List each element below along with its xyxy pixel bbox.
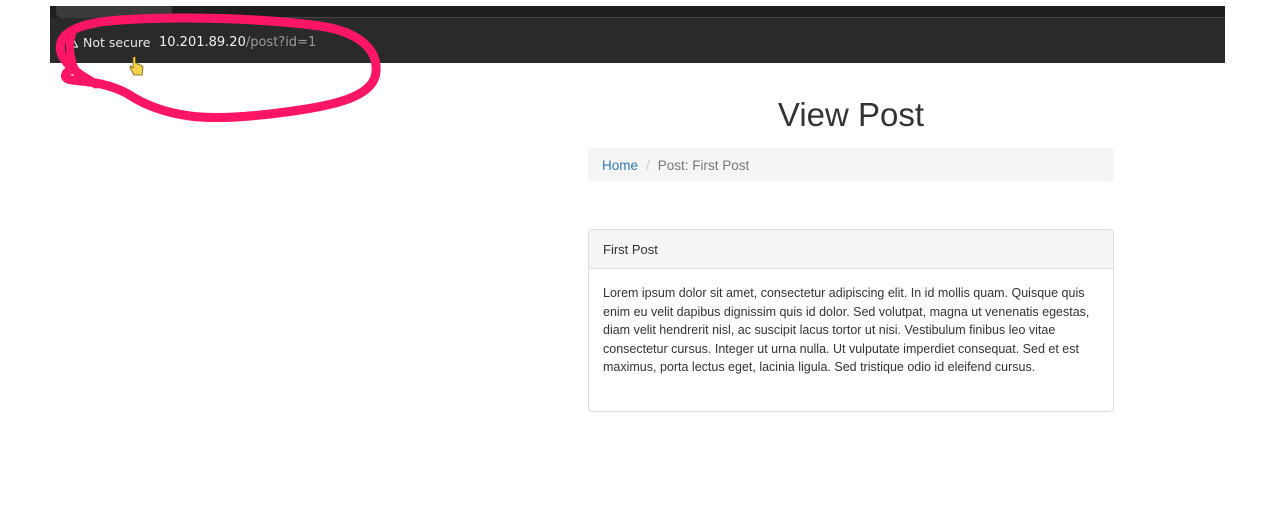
post-heading: First Post — [589, 230, 1113, 269]
post-panel: First Post Lorem ipsum dolor sit amet, c… — [588, 229, 1114, 412]
page-title: View Post — [777, 96, 925, 133]
address-bar[interactable]: 10.201.89.20/post?id=1 — [159, 32, 316, 52]
url-path: /post?id=1 — [245, 34, 317, 50]
browser-toolbar: Not secure 10.201.89.20/post?id=1 — [50, 6, 1225, 63]
breadcrumb-separator: / — [646, 157, 650, 173]
warning-triangle-icon — [66, 36, 78, 48]
breadcrumb: Home / Post: First Post — [588, 148, 1114, 182]
hand-pointer-icon — [129, 56, 144, 76]
tab-divider — [172, 17, 1225, 18]
browser-tab[interactable] — [56, 6, 172, 18]
breadcrumb-current: Post: First Post — [657, 157, 750, 173]
security-label: Not secure — [83, 34, 151, 50]
breadcrumb-home-link[interactable]: Home — [602, 158, 638, 173]
post-body: Lorem ipsum dolor sit amet, consectetur … — [603, 286, 1090, 374]
url-host: 10.201.89.20 — [159, 34, 246, 50]
security-indicator[interactable]: Not secure — [66, 32, 150, 52]
